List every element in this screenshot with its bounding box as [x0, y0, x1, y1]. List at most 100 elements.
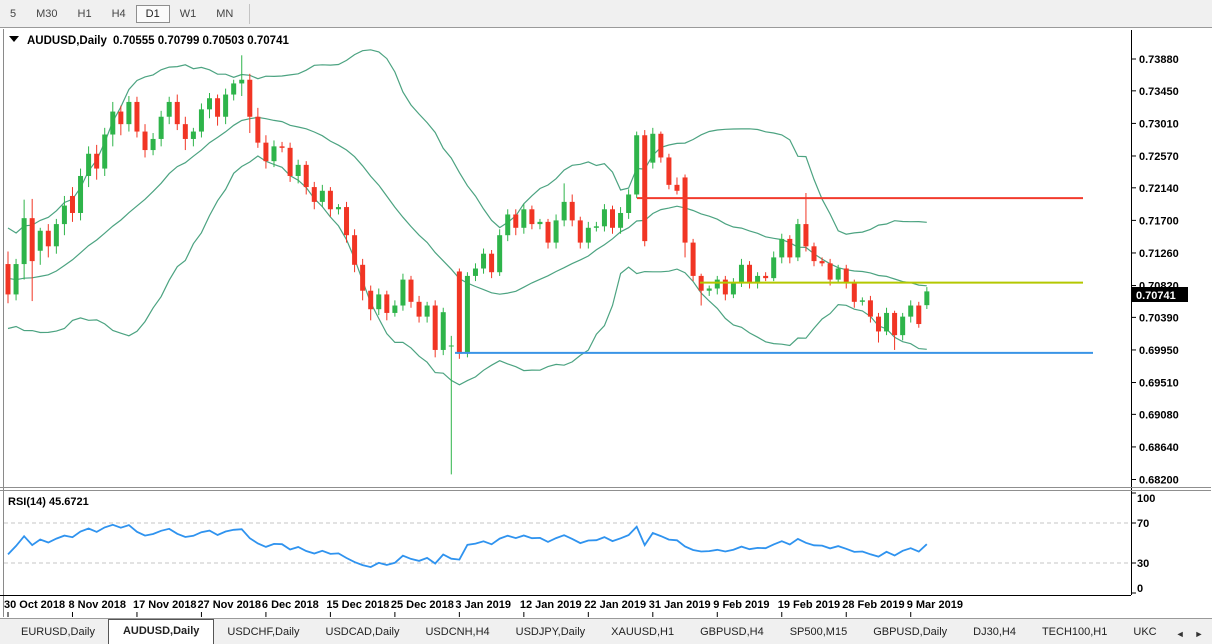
candle-body: [433, 306, 438, 350]
candle-body: [868, 300, 873, 316]
tab-dj30-h4[interactable]: DJ30,H4: [960, 621, 1029, 644]
tab-ukc[interactable]: UKC: [1120, 621, 1169, 644]
price-axis-label: 0.72140: [1139, 183, 1179, 195]
date-axis-label: 9 Feb 2019: [713, 599, 769, 611]
candle: [465, 272, 470, 357]
candle-body: [360, 265, 365, 291]
candle: [691, 239, 696, 281]
candle-body: [457, 271, 462, 353]
timeframe-button-m30[interactable]: M30: [26, 5, 67, 23]
candle-body: [62, 206, 67, 225]
candle-body: [626, 194, 631, 213]
tab-usdcad-daily[interactable]: USDCAD,Daily: [313, 621, 413, 644]
candle-body: [368, 291, 373, 310]
candle: [433, 300, 438, 357]
candle-body: [376, 294, 381, 309]
candle-body: [263, 143, 268, 162]
candle-body: [94, 154, 99, 169]
candle: [634, 132, 639, 199]
chart-title-symbol: AUDUSD,Daily: [27, 35, 107, 47]
candle-body: [916, 306, 921, 325]
candle-body: [215, 98, 220, 117]
candle-body: [715, 280, 720, 289]
candle-body: [763, 276, 768, 278]
candle-body: [304, 165, 309, 187]
candle: [441, 308, 446, 355]
candle-body: [787, 239, 792, 258]
timeframe-button-mn[interactable]: MN: [206, 5, 243, 23]
timeframe-button-w1[interactable]: W1: [170, 5, 207, 23]
timeframe-button-h1[interactable]: H1: [68, 5, 102, 23]
candle-body: [231, 83, 236, 94]
date-axis-label: 15 Dec 2018: [326, 599, 389, 611]
candle-body: [328, 191, 333, 210]
candle: [497, 229, 502, 276]
candle-body: [30, 218, 35, 261]
timeframe-button-h4[interactable]: H4: [102, 5, 136, 23]
candle-body: [126, 102, 131, 124]
date-axis-label: 12 Jan 2019: [520, 599, 582, 611]
tab-usdcnh-h4[interactable]: USDCNH,H4: [412, 621, 502, 644]
candle-body: [14, 264, 19, 294]
date-axis-label: 3 Jan 2019: [455, 599, 511, 611]
candle-body: [183, 124, 188, 139]
candle-body: [473, 269, 478, 276]
current-price-label: 0.70741: [1136, 290, 1176, 302]
candle-body: [409, 280, 414, 302]
timeframe-button-5[interactable]: 5: [0, 5, 26, 23]
tab-gbpusd-daily[interactable]: GBPUSD,Daily: [860, 621, 960, 644]
tab-usdchf-daily[interactable]: USDCHF,Daily: [214, 621, 312, 644]
price-axis-label: 0.69080: [1139, 409, 1179, 421]
toolbar-separator: [249, 4, 250, 24]
price-axis-label: 0.70390: [1139, 312, 1179, 324]
tab-usdjpy-daily[interactable]: USDJPY,Daily: [503, 621, 599, 644]
date-axis-label: 8 Nov 2018: [68, 599, 125, 611]
candle-body: [860, 300, 865, 301]
tab-eurusd-daily[interactable]: EURUSD,Daily: [8, 621, 108, 644]
candle-body: [537, 222, 542, 224]
price-axis-label: 0.71260: [1139, 248, 1179, 260]
tab-gbpusd-h4[interactable]: GBPUSD,H4: [687, 621, 777, 644]
candle-body: [417, 302, 422, 317]
candle-body: [771, 257, 776, 278]
rsi-axis-label: 100: [1137, 493, 1155, 505]
price-chart: 0.738800.734500.730100.725700.721400.717…: [0, 28, 1212, 618]
date-axis-label: 22 Jan 2019: [584, 599, 646, 611]
candle-body: [151, 139, 156, 150]
candle-body: [924, 291, 929, 305]
candle-body: [562, 202, 567, 221]
chart-title-ohlc: 0.70555 0.70799 0.70503 0.70741: [113, 35, 289, 47]
candle-body: [312, 187, 317, 202]
candle: [642, 130, 647, 246]
price-axis-label: 0.73010: [1139, 118, 1179, 130]
candle-body: [707, 288, 712, 290]
price-axis-label: 0.68640: [1139, 442, 1179, 454]
candle-body: [820, 261, 825, 263]
candle-body: [441, 312, 446, 350]
tab-audusd-daily[interactable]: AUDUSD,Daily: [108, 619, 214, 644]
timeframe-button-d1[interactable]: D1: [136, 5, 170, 23]
tab-xauusd-h1[interactable]: XAUUSD,H1: [598, 621, 687, 644]
rsi-indicator-label: RSI(14) 45.6721: [8, 496, 89, 508]
price-axis-label: 0.73450: [1139, 86, 1179, 98]
tabs-scroll-right-icon[interactable]: ►: [1195, 629, 1204, 639]
candle-body: [828, 263, 833, 279]
candle-body: [247, 80, 252, 117]
rsi-axis-label: 70: [1137, 518, 1149, 530]
tabs-scroll-left-icon[interactable]: ◄: [1176, 629, 1185, 639]
candle-body: [836, 269, 841, 280]
rsi-axis-label: 0: [1137, 583, 1143, 595]
rsi-axis-label: 30: [1137, 558, 1149, 570]
tab-sp500-m15[interactable]: SP500,M15: [777, 621, 860, 644]
candle-body: [280, 146, 285, 147]
candle-body: [86, 154, 91, 176]
chart-window: 0.738800.734500.730100.725700.721400.717…: [0, 28, 1212, 618]
tab-tech100-h1[interactable]: TECH100,H1: [1029, 621, 1120, 644]
candle-body: [739, 265, 744, 284]
price-axis-label: 0.69510: [1139, 378, 1179, 390]
candle-body: [449, 346, 454, 347]
candle: [916, 302, 921, 328]
candle-body: [110, 112, 115, 135]
candle-body: [336, 207, 341, 209]
candle-body: [803, 224, 808, 246]
